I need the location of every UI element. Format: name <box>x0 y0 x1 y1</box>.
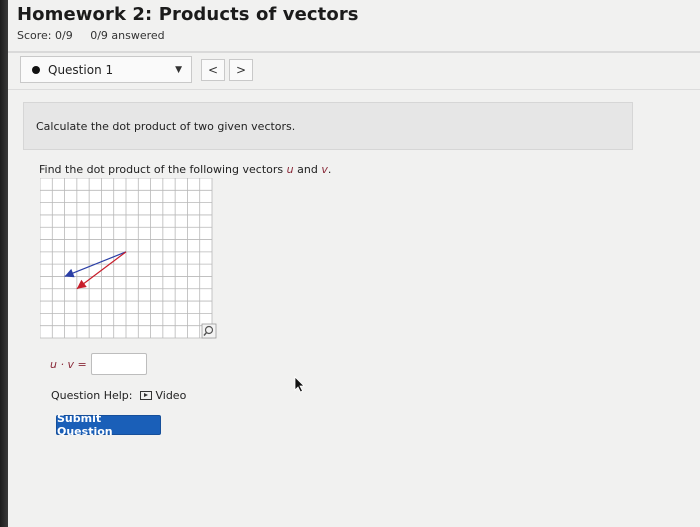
screen-bezel <box>0 0 8 527</box>
vector-v-symbol: v <box>321 163 328 176</box>
magnify-icon[interactable] <box>201 323 217 339</box>
previous-question-button[interactable]: < <box>201 59 225 81</box>
question-text-and: and <box>293 163 322 176</box>
dot-product-input[interactable] <box>90 353 147 375</box>
score-text: Score: 0/9 <box>17 29 73 42</box>
status-dot-icon <box>32 65 40 74</box>
question-text-after: . <box>327 163 332 176</box>
question-text-before: Find the dot product of the following ve… <box>39 163 287 176</box>
header-divider <box>8 51 700 53</box>
question-select-label: Question 1 <box>48 62 114 77</box>
mouse-cursor-icon <box>294 376 305 393</box>
nav-divider <box>8 89 700 90</box>
assignment-header: Homework 2: Products of vectors Score: 0… <box>17 4 359 42</box>
video-link[interactable]: Video <box>155 389 186 402</box>
caret-down-icon: ▼ <box>175 65 182 75</box>
vector-u-symbol: u <box>286 163 294 176</box>
question-text: Find the dot product of the following ve… <box>39 163 331 176</box>
score-line: Score: 0/9 0/9 answered <box>17 29 359 42</box>
answer-row: u · v = <box>50 353 147 375</box>
submit-question-button[interactable]: Submit Question <box>56 412 161 438</box>
video-icon <box>140 391 153 400</box>
vector-graph <box>40 178 217 339</box>
answer-label: u · v = <box>50 357 87 371</box>
assignment-title: Homework 2: Products of vectors <box>17 4 359 25</box>
prompt-text: Calculate the dot product of two given v… <box>36 119 296 133</box>
answered-count: 0/9 answered <box>90 29 165 42</box>
question-help-label: Question Help: <box>51 389 133 402</box>
next-question-button[interactable]: > <box>229 59 253 81</box>
question-help: Question Help: Video <box>51 389 186 402</box>
question-select[interactable]: Question 1 ▼ <box>20 56 192 83</box>
question-prompt-box: Calculate the dot product of two given v… <box>23 102 633 150</box>
